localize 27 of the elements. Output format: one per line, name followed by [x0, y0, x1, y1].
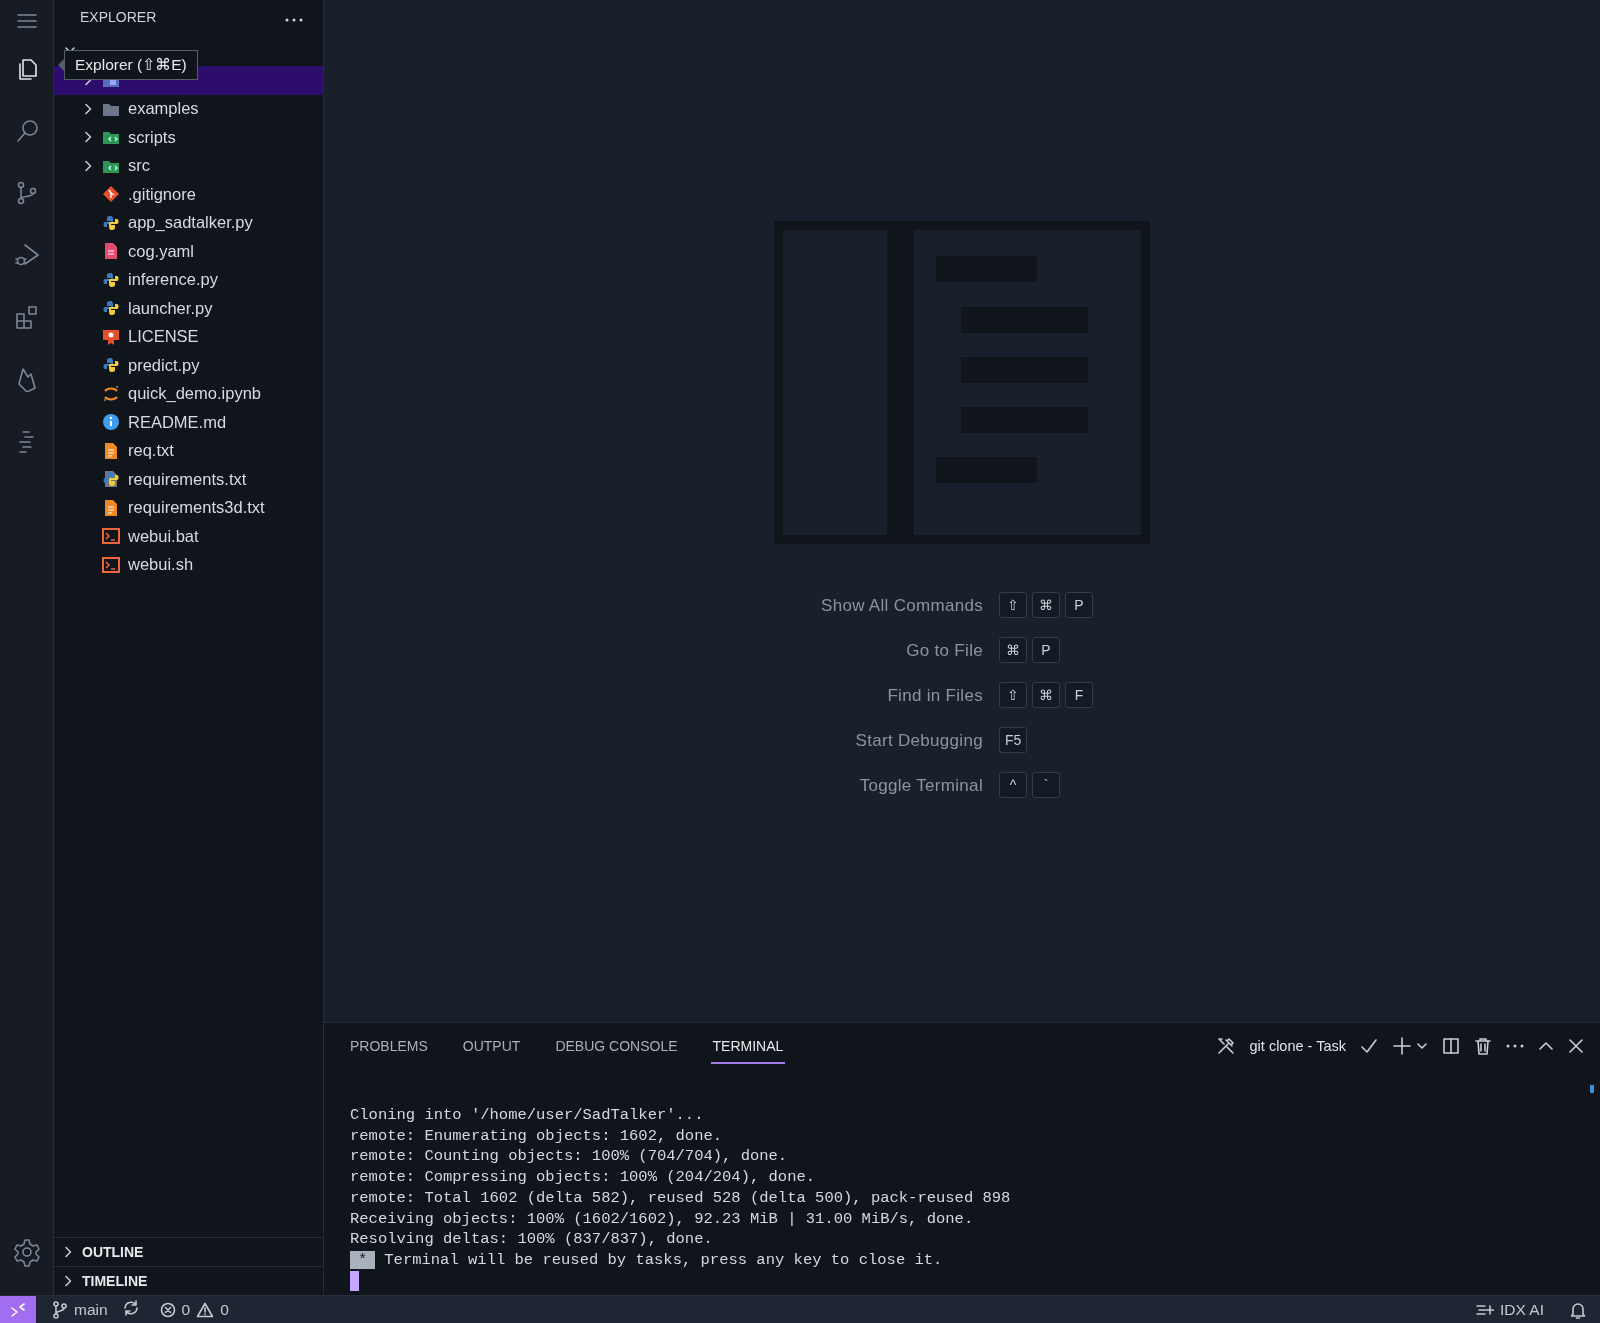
key-cap: ^ [998, 772, 1027, 798]
shortcut-label: Start Debugging [854, 730, 983, 752]
shortcut-label: Toggle Terminal [858, 775, 983, 797]
terminal-line: Receiving objects: 100% (1602/1602), 92.23 MiB | 31.00 MiB/s, done. [350, 1209, 974, 1228]
shortcut-label: Find in Files [886, 685, 983, 707]
terminal-line: remote: Total 1602 (delta 582), reused 528 (delta 500), pack-reused 898 [350, 1188, 1011, 1207]
shortcut-label: Show All Commands [821, 595, 983, 617]
terminal-line: Terminal will be reused by tasks, press any key to close it. [384, 1250, 943, 1269]
terminal-line: Cloning into '/home/user/SadTalker'... [350, 1106, 704, 1124]
key-cap: ⇧ [998, 592, 1027, 618]
terminal-badge: * [350, 1250, 376, 1269]
key-cap: ` [1031, 772, 1060, 798]
sidebar-title: EXPLORER [80, 9, 157, 25]
key-cap: F [1064, 682, 1093, 708]
key-cap: ⌘ [1031, 682, 1060, 708]
terminal-line: remote: Counting objects: 100% (704/704), done. [350, 1147, 788, 1166]
terminal-line: remote: Enumerating objects: 1602, done. [350, 1126, 723, 1145]
key-cap: P [1064, 592, 1093, 618]
key-cap: F5 [998, 727, 1028, 753]
key-cap: ⌘ [998, 637, 1027, 663]
terminal-line: remote: Compressing objects: 100% (204/204), done. [350, 1168, 816, 1187]
shortcut-label: Go to File [905, 640, 983, 662]
terminal-line: Resolving deltas: 100% (837/837), done. [350, 1230, 713, 1249]
key-cap: ⇧ [998, 682, 1027, 708]
tooltip: Explorer (⇧⌘E) [64, 50, 198, 80]
key-cap: P [1031, 637, 1060, 663]
key-cap: ⌘ [1031, 592, 1060, 618]
